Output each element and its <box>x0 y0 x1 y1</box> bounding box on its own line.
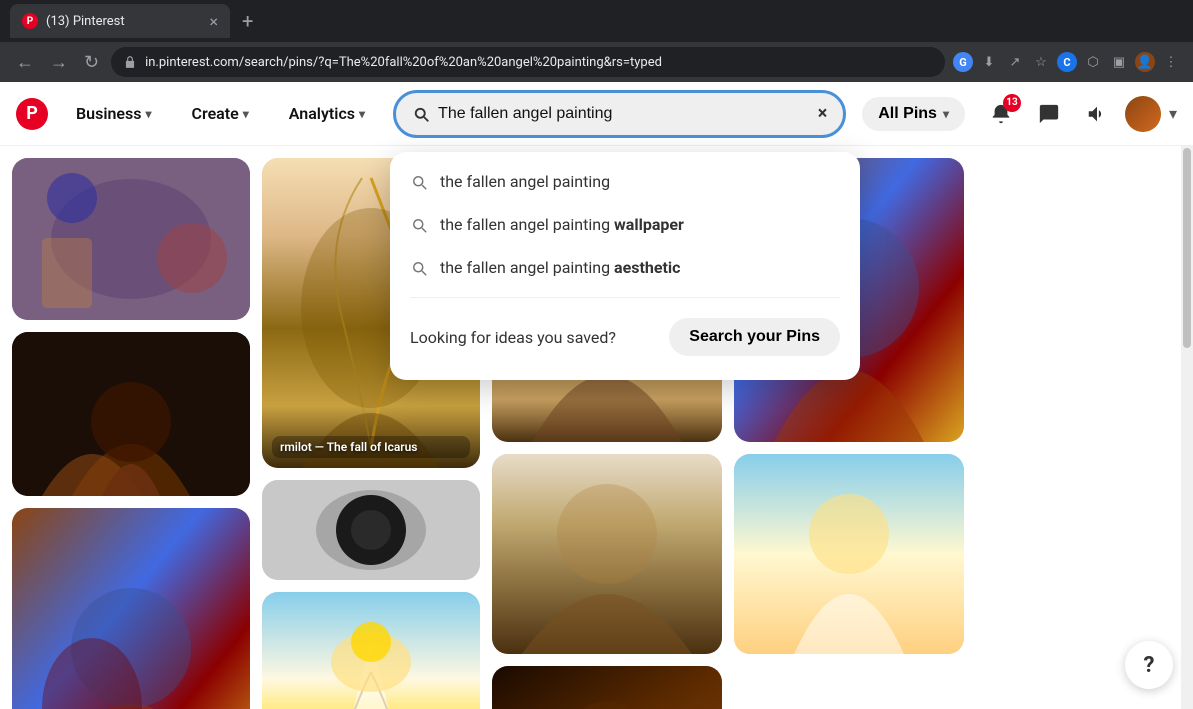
list-item[interactable] <box>262 592 480 709</box>
search-input[interactable] <box>438 105 810 123</box>
avatar[interactable] <box>1125 96 1161 132</box>
browser-chrome: P (13) Pinterest × + <box>0 0 1193 42</box>
avatar-image <box>1125 96 1161 132</box>
chat-icon <box>1038 103 1060 125</box>
pin-image-8 <box>12 508 250 709</box>
business-label: Business <box>76 104 141 123</box>
lock-icon <box>123 55 137 69</box>
list-item[interactable] <box>492 454 722 654</box>
pinterest-logo[interactable]: P <box>16 98 48 130</box>
suggestion-text-3: the fallen angel painting aesthetic <box>440 258 680 277</box>
pinterest-app: P Business ▾ Create ▾ Analytics ▾ × All … <box>0 82 1193 709</box>
alerts-button[interactable] <box>1077 94 1117 134</box>
analytics-label: Analytics <box>289 104 355 123</box>
scrollbar[interactable] <box>1181 146 1193 709</box>
search-container: × <box>393 90 846 138</box>
business-nav-item[interactable]: Business ▾ <box>64 96 164 131</box>
suggestion-text-2: the fallen angel painting wallpaper <box>440 215 684 234</box>
download-icon[interactable]: ⬇ <box>979 52 999 72</box>
suggestion-text-2-bold: wallpaper <box>614 215 684 234</box>
pin-column-1 <box>12 158 250 697</box>
create-label: Create <box>192 104 239 123</box>
dropdown-divider <box>410 297 840 298</box>
help-button[interactable]: ? <box>1125 641 1173 689</box>
list-item[interactable] <box>12 158 250 320</box>
notification-badge: 13 <box>1003 94 1021 112</box>
pin-image-7 <box>262 592 480 709</box>
new-tab-button[interactable]: + <box>242 9 253 33</box>
all-pins-button[interactable]: All Pins ▾ <box>862 97 965 131</box>
google-icon[interactable]: G <box>953 52 973 72</box>
looking-for-label: Looking for ideas you saved? <box>410 328 616 347</box>
account-chevron-icon[interactable]: ▾ <box>1169 104 1177 123</box>
pin-label: rmilot — The fall of Icarus <box>272 436 470 458</box>
address-text: in.pinterest.com/search/pins/?q=The%20fa… <box>145 55 933 70</box>
all-pins-chevron-icon: ▾ <box>943 107 949 121</box>
suggestion-item-3[interactable]: the fallen angel painting aesthetic <box>390 246 860 289</box>
list-item[interactable] <box>262 480 480 580</box>
pin-image-11 <box>734 454 964 654</box>
browser-nav-icons: G ⬇ ↗ ☆ C ⬡ ▣ 👤 ⋮ <box>953 52 1181 72</box>
list-item[interactable] <box>12 332 250 496</box>
messages-button[interactable] <box>1029 94 1069 134</box>
pin-image-5 <box>12 332 250 496</box>
suggestion-text-2-prefix: the fallen angel painting <box>440 215 614 234</box>
pin-image-9 <box>492 666 722 709</box>
star-icon[interactable]: ☆ <box>1031 52 1051 72</box>
logo-letter: P <box>26 103 38 124</box>
browser-nav: ← → ↻ in.pinterest.com/search/pins/?q=Th… <box>0 42 1193 82</box>
search-box: × <box>393 90 846 138</box>
tab-favicon: P <box>22 13 38 29</box>
share-icon[interactable]: ↗ <box>1005 52 1025 72</box>
suggestion-item-2[interactable]: the fallen angel painting wallpaper <box>390 203 860 246</box>
menu-icon[interactable]: ⋮ <box>1161 52 1181 72</box>
header-icons: 13 ▾ <box>981 94 1177 134</box>
suggestion-search-icon-2 <box>410 216 428 234</box>
nav-forward-button[interactable]: → <box>46 48 72 77</box>
pin-image-6 <box>492 454 722 654</box>
search-clear-icon[interactable]: × <box>818 103 828 124</box>
nav-back-button[interactable]: ← <box>12 48 38 77</box>
notifications-button[interactable]: 13 <box>981 94 1021 134</box>
suggestion-search-icon-3 <box>410 259 428 277</box>
extension-icon[interactable]: C <box>1057 52 1077 72</box>
all-pins-label: All Pins <box>878 105 937 123</box>
suggestion-item-1[interactable]: the fallen angel painting <box>390 160 860 203</box>
volume-icon <box>1086 103 1108 125</box>
list-item[interactable] <box>12 508 250 709</box>
tab-title: (13) Pinterest <box>46 14 201 29</box>
business-chevron-icon: ▾ <box>145 107 151 121</box>
browser-tab[interactable]: P (13) Pinterest × <box>10 4 230 38</box>
search-pins-row: Looking for ideas you saved? Search your… <box>390 306 860 372</box>
search-icon <box>412 105 430 123</box>
search-your-pins-button[interactable]: Search your Pins <box>669 318 840 356</box>
create-nav-item[interactable]: Create ▾ <box>180 96 261 131</box>
search-dropdown: the fallen angel painting the fallen ang… <box>390 152 860 380</box>
create-chevron-icon: ▾ <box>243 107 249 121</box>
tab-close-icon[interactable]: × <box>209 12 218 31</box>
suggestion-search-icon-1 <box>410 173 428 191</box>
scrollbar-thumb[interactable] <box>1183 148 1191 348</box>
suggestion-text-3-prefix: the fallen angel painting <box>440 258 614 277</box>
list-item[interactable] <box>734 454 964 654</box>
profile-icon[interactable]: 👤 <box>1135 52 1155 72</box>
address-bar[interactable]: in.pinterest.com/search/pins/?q=The%20fa… <box>111 47 945 77</box>
analytics-chevron-icon: ▾ <box>359 107 365 121</box>
suggestion-text-1: the fallen angel painting <box>440 172 610 191</box>
pin-image-3 <box>262 480 480 580</box>
suggestion-text-3-bold: aesthetic <box>614 258 680 277</box>
list-item[interactable] <box>492 666 722 709</box>
pinterest-header: P Business ▾ Create ▾ Analytics ▾ × All … <box>0 82 1193 146</box>
pin-image-1 <box>12 158 250 320</box>
puzzle-icon[interactable]: ⬡ <box>1083 52 1103 72</box>
analytics-nav-item[interactable]: Analytics ▾ <box>277 96 377 131</box>
nav-refresh-button[interactable]: ↻ <box>80 48 103 77</box>
layout-icon[interactable]: ▣ <box>1109 52 1129 72</box>
